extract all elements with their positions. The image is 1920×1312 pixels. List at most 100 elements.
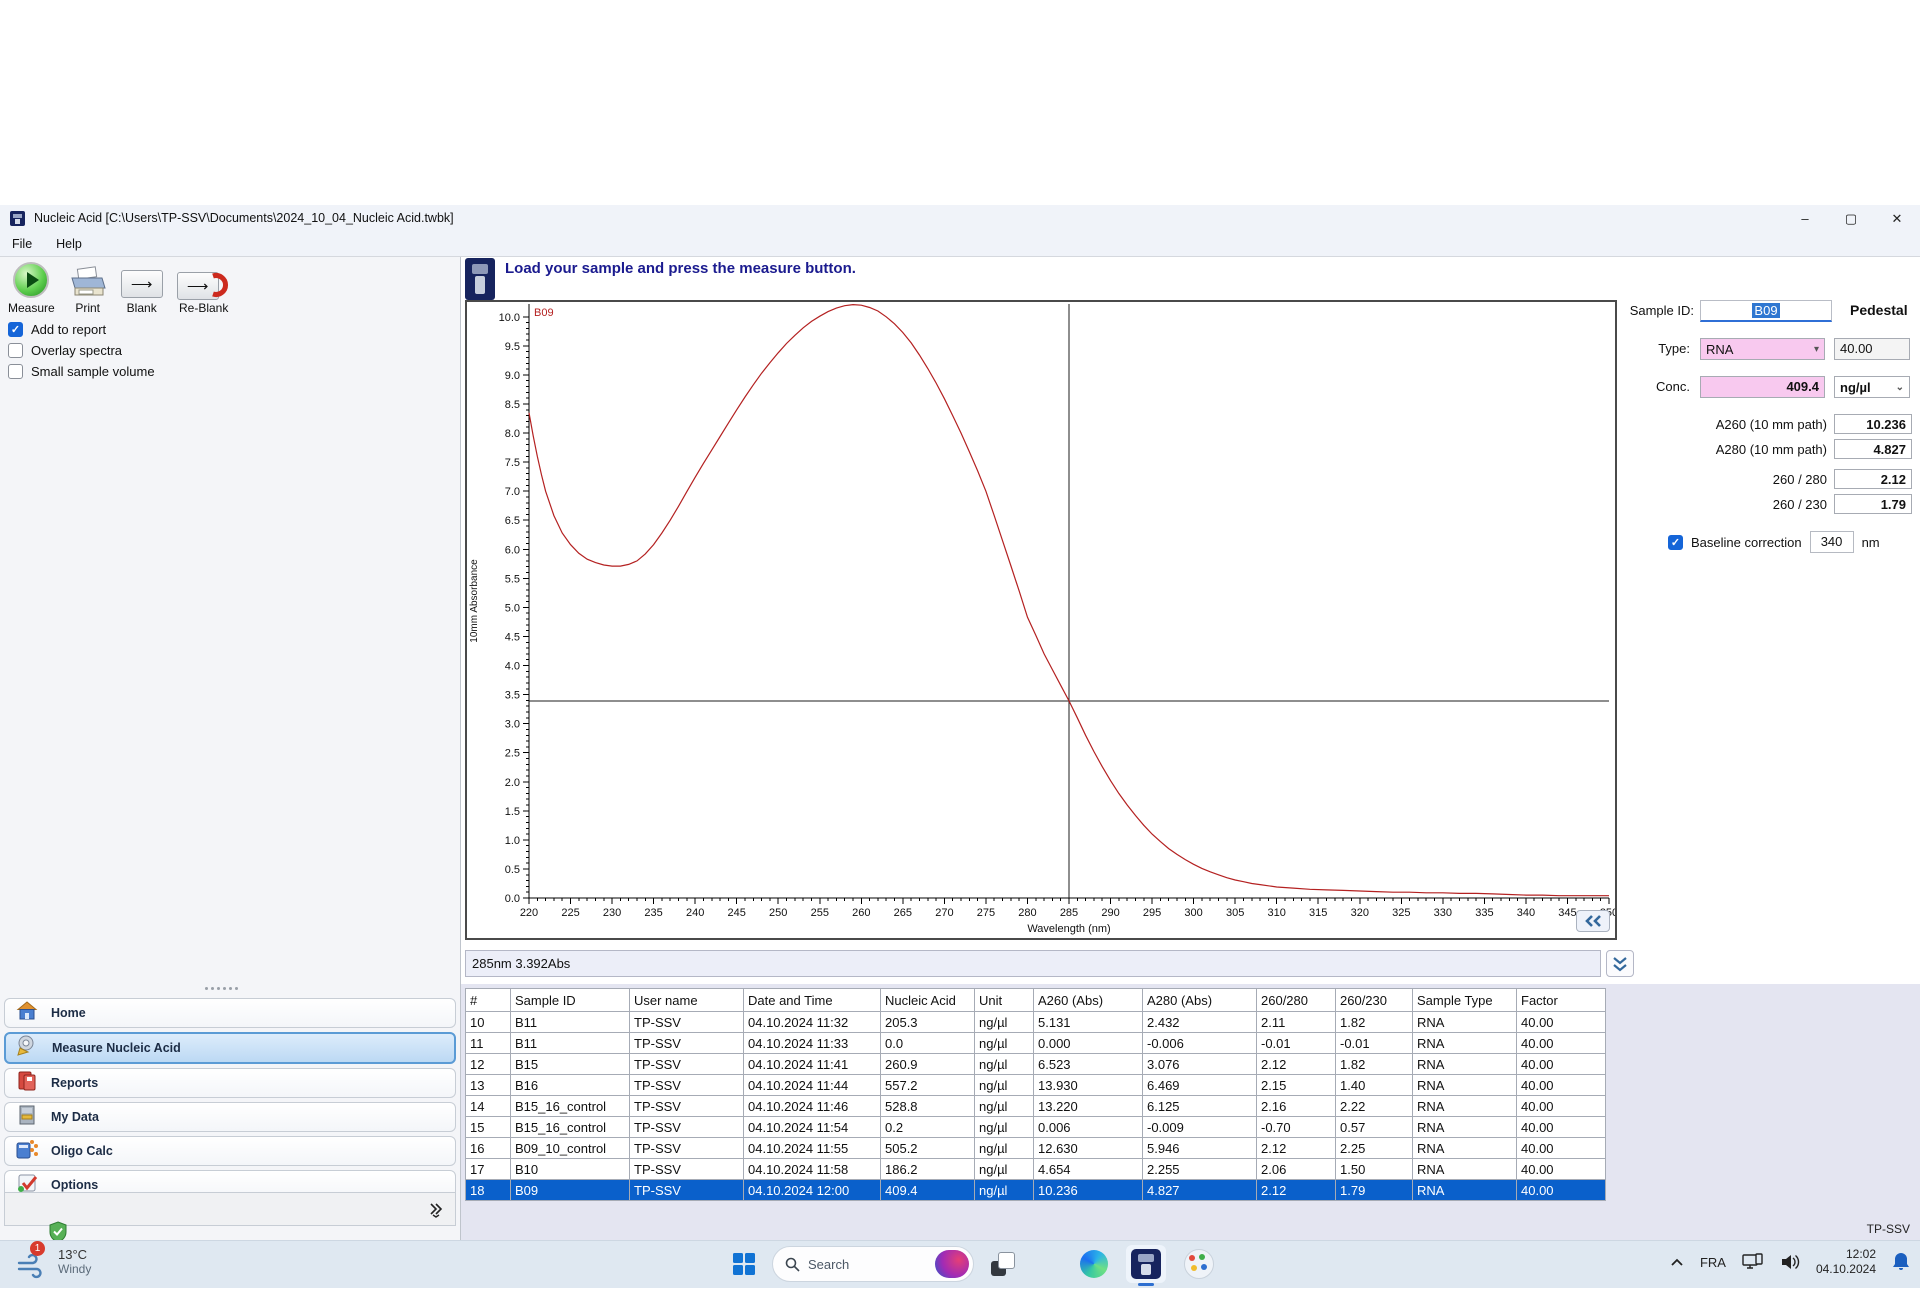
table-header-7[interactable]: A280 (Abs) xyxy=(1142,988,1257,1012)
network-icon[interactable] xyxy=(1742,1253,1764,1271)
menu-help[interactable]: Help xyxy=(44,237,94,251)
factor-field[interactable]: 40.00 xyxy=(1834,338,1910,360)
table-row[interactable]: 14 B15_16_control TP-SSV 04.10.2024 11:46 52… xyxy=(465,1095,1606,1117)
spectrum-chart[interactable]: 220 225 230 235 240 245 250 255 260 265 270 275 280 2… xyxy=(465,300,1618,940)
table-row[interactable]: 18 B09 TP-SSV 04.10.2024 12:00 409.4 ng/µl 10.… xyxy=(465,1179,1606,1201)
svg-text:265: 265 xyxy=(894,907,912,919)
baseline-unit-label: nm xyxy=(1861,534,1880,550)
svg-text:340: 340 xyxy=(1517,907,1535,919)
edge-browser-icon[interactable] xyxy=(1080,1250,1108,1278)
svg-text:7.0: 7.0 xyxy=(505,486,520,498)
printer-icon xyxy=(71,266,106,296)
sidebar-item-measure-nucleic-acid[interactable]: Measure Nucleic Acid xyxy=(4,1032,456,1064)
print-button[interactable]: Print xyxy=(69,266,107,315)
svg-text:2.0: 2.0 xyxy=(505,777,520,789)
sample-id-input[interactable]: B09 xyxy=(1700,300,1832,322)
weather-alert-badge: 1 xyxy=(30,1241,45,1256)
svg-text:225: 225 xyxy=(561,907,579,919)
close-button[interactable]: ✕ xyxy=(1874,205,1920,232)
a280-label: A280 (10 mm path) xyxy=(1715,442,1827,457)
table-row[interactable]: 17 B10 TP-SSV 04.10.2024 11:58 186.2 ng/µl 4.6… xyxy=(465,1158,1606,1180)
menu-file[interactable]: File xyxy=(0,237,44,251)
start-button[interactable] xyxy=(732,1252,756,1276)
time-label: 12:02 xyxy=(1845,1247,1876,1261)
table-header-3[interactable]: Date and Time xyxy=(743,988,881,1012)
table-header-2[interactable]: User name xyxy=(629,988,744,1012)
option-checkbox-row[interactable]: Overlay spectra xyxy=(8,343,155,358)
reblank-button[interactable]: ⟶ Re-Blank xyxy=(176,272,231,315)
volume-icon[interactable] xyxy=(1780,1253,1800,1271)
sidebar-item-my-data[interactable]: My Data xyxy=(4,1102,456,1132)
search-icon xyxy=(785,1257,800,1272)
minimize-button[interactable]: – xyxy=(1782,205,1828,232)
type-label: Type: xyxy=(1658,341,1690,356)
task-view-button[interactable] xyxy=(990,1251,1016,1277)
table-row[interactable]: 16 B09_10_control TP-SSV 04.10.2024 11:55 50… xyxy=(465,1137,1606,1159)
table-header-11[interactable]: Factor xyxy=(1516,988,1606,1012)
table-row[interactable]: 13 B16 TP-SSV 04.10.2024 11:44 557.2 ng/µl 13.… xyxy=(465,1074,1606,1096)
oligo-calc-icon xyxy=(15,1137,39,1166)
collapse-results-panel-button[interactable] xyxy=(1576,910,1610,932)
double-chevron-down-icon xyxy=(1613,956,1627,971)
svg-text:5.0: 5.0 xyxy=(505,602,520,614)
paint-app-icon[interactable] xyxy=(1184,1249,1214,1279)
instruction-banner: Load your sample and press the measure b… xyxy=(465,258,856,300)
table-header-0[interactable]: # xyxy=(465,988,511,1012)
nucleic-acid-app-icon[interactable] xyxy=(1126,1245,1166,1286)
blank-icon: ⟶ xyxy=(120,270,163,298)
cursor-readout-bar: 285nm 3.392Abs xyxy=(465,950,1601,977)
option-checkbox-row[interactable]: Small sample volume xyxy=(8,364,155,379)
table-header-10[interactable]: Sample Type xyxy=(1412,988,1517,1012)
sidebar-item-oligo-calc[interactable]: Oligo Calc xyxy=(4,1136,456,1166)
taskbar-weather-widget[interactable]: 1 13°C Windy xyxy=(16,1241,91,1279)
table-header-4[interactable]: Nucleic Acid xyxy=(880,988,975,1012)
baseline-correction-checkbox[interactable]: ✓ xyxy=(1668,534,1683,550)
svg-text:305: 305 xyxy=(1226,907,1244,919)
toolbar: Measure Print ⟶ Blank ⟶ Re-Blank xyxy=(8,262,231,315)
table-row[interactable]: 10 B11 TP-SSV 04.10.2024 11:32 205.3 ng/µl 5.1… xyxy=(465,1011,1606,1033)
table-row[interactable]: 12 B15 TP-SSV 04.10.2024 11:41 260.9 ng/µl 6.5… xyxy=(465,1053,1606,1075)
mode-label: Pedestal xyxy=(1850,302,1908,318)
checkbox[interactable] xyxy=(8,343,23,358)
svg-text:0.5: 0.5 xyxy=(505,864,520,876)
taskbar-search-input[interactable]: Search xyxy=(772,1246,974,1282)
table-row[interactable]: 15 B15_16_control TP-SSV 04.10.2024 11:54 0.… xyxy=(465,1116,1606,1138)
sidebar-item-home[interactable]: Home xyxy=(4,998,456,1028)
sidebar-item-reports[interactable]: Reports xyxy=(4,1068,456,1098)
window-titlebar: Nucleic Acid [C:\Users\TP-SSV\Documents\… xyxy=(0,205,1920,232)
checkbox[interactable]: ✓ xyxy=(8,322,23,337)
collapse-sidebar-icon[interactable] xyxy=(427,1200,445,1218)
measure-button[interactable]: Measure xyxy=(8,262,55,315)
active-app-indicator xyxy=(1138,1283,1154,1286)
svg-text:3.0: 3.0 xyxy=(505,719,520,731)
language-indicator[interactable]: FRA xyxy=(1700,1255,1726,1270)
blank-button[interactable]: ⟶ Blank xyxy=(120,270,163,315)
svg-text:1.0: 1.0 xyxy=(505,835,520,847)
table-header-6[interactable]: A260 (Abs) xyxy=(1033,988,1143,1012)
table-row[interactable]: 11 B11 TP-SSV 04.10.2024 11:33 0.0 ng/µl 0.000… xyxy=(465,1032,1606,1054)
svg-text:8.0: 8.0 xyxy=(505,428,520,440)
table-header-8[interactable]: 260/280 xyxy=(1256,988,1336,1012)
panel-splitter-handle[interactable] xyxy=(205,987,255,992)
maximize-button[interactable]: ▢ xyxy=(1828,205,1874,232)
type-select[interactable]: RNA ▾ xyxy=(1700,338,1825,360)
expand-table-button[interactable] xyxy=(1606,950,1634,977)
table-header-9[interactable]: 260/230 xyxy=(1335,988,1413,1012)
baseline-wavelength-input[interactable]: 340 xyxy=(1809,531,1854,553)
svg-text:260: 260 xyxy=(852,907,870,919)
option-checkbox-row[interactable]: ✓ Add to report xyxy=(8,322,155,337)
taskbar-overflow-chevron-icon[interactable] xyxy=(1670,1257,1684,1267)
home-icon xyxy=(15,999,39,1028)
temperature-label: 13°C xyxy=(58,1247,88,1262)
svg-text:315: 315 xyxy=(1309,907,1327,919)
results-table[interactable]: # Sample ID User name Date and Time Nucleic … xyxy=(465,988,1606,1201)
svg-text:300: 300 xyxy=(1184,907,1202,919)
svg-text:275: 275 xyxy=(977,907,995,919)
baseline-correction-label: Baseline correction xyxy=(1691,534,1802,550)
conc-unit-select[interactable]: ng/µl ⌄ xyxy=(1834,376,1910,398)
taskbar-clock[interactable]: 12:02 04.10.2024 xyxy=(1816,1247,1876,1277)
checkbox[interactable] xyxy=(8,364,23,379)
notification-bell-icon[interactable] xyxy=(1892,1252,1910,1272)
table-header-1[interactable]: Sample ID xyxy=(510,988,630,1012)
table-header-5[interactable]: Unit xyxy=(974,988,1034,1012)
